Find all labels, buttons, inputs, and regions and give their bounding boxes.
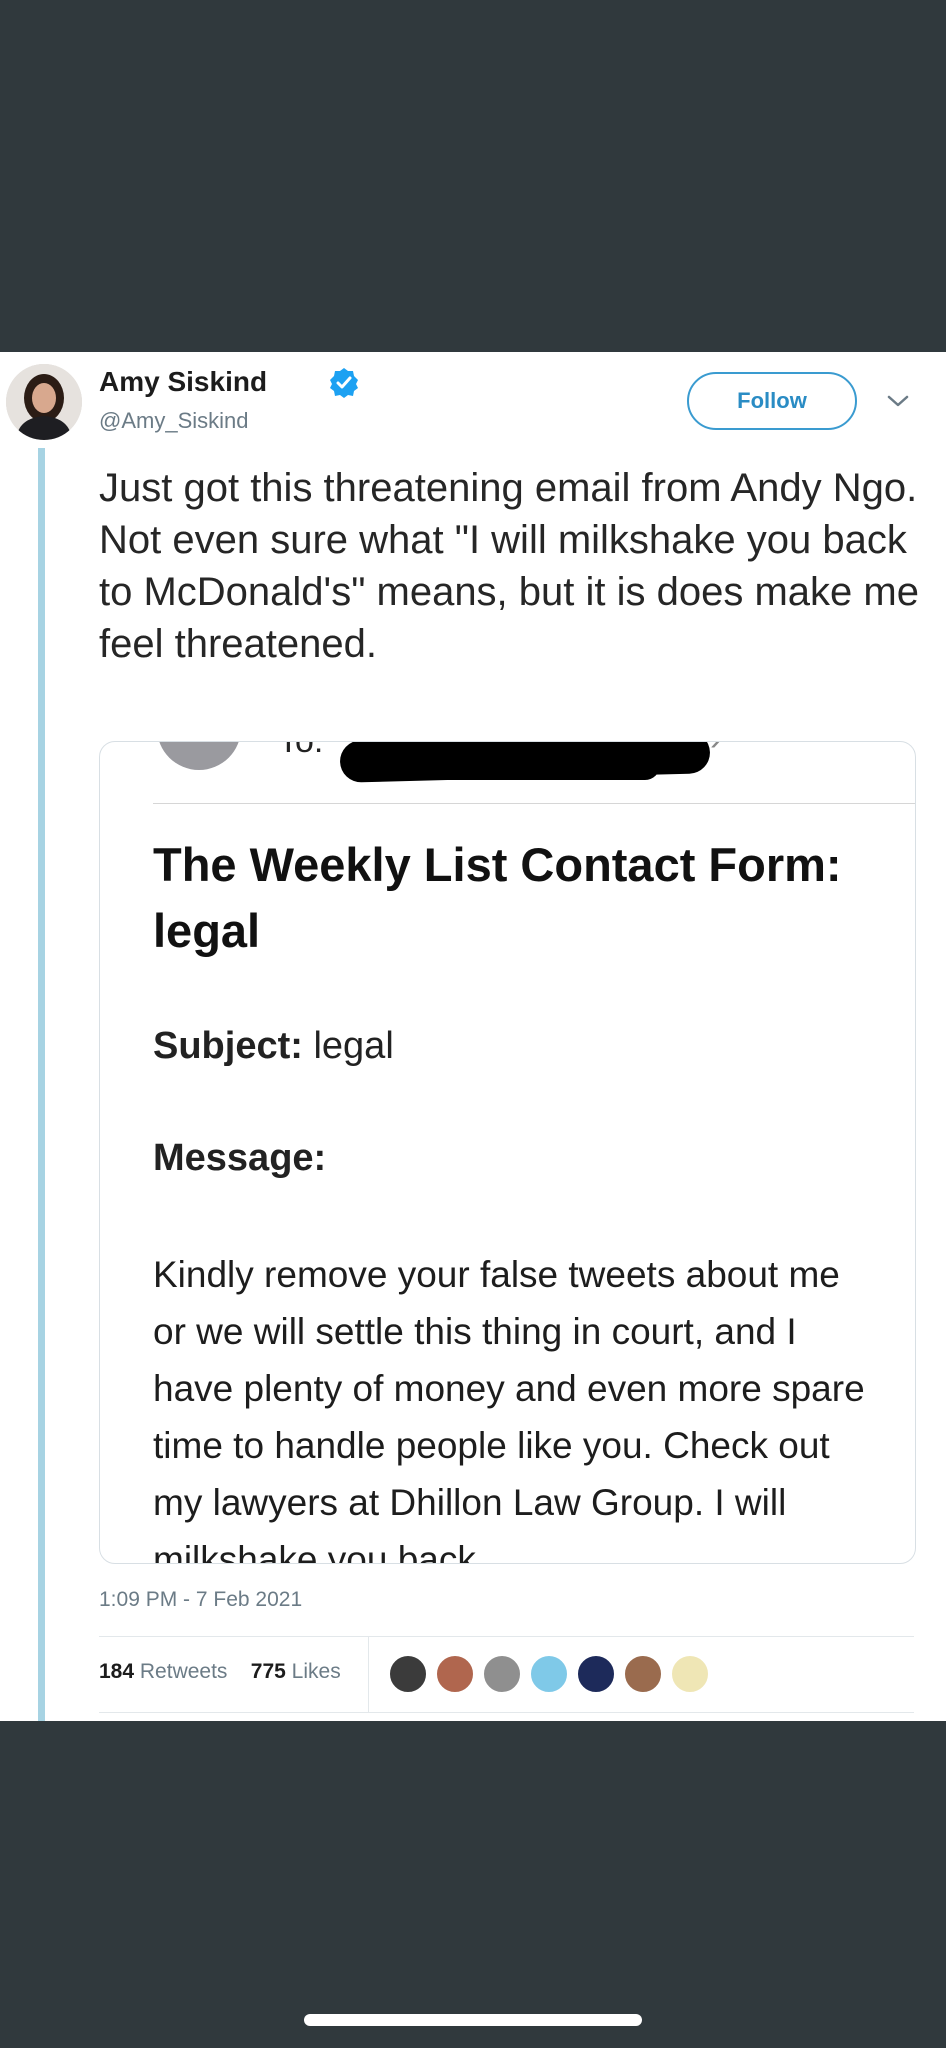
- follow-button[interactable]: Follow: [687, 372, 857, 430]
- liker-avatar[interactable]: [435, 1654, 475, 1694]
- likes-count: 775: [250, 1660, 286, 1683]
- tweet-stats: 184 Retweets 775 Likes: [99, 1660, 341, 1684]
- author-avatar[interactable]: [6, 364, 82, 440]
- retweets-stat[interactable]: 184 Retweets: [99, 1660, 227, 1683]
- tweet-card: Amy Siskind @Amy_Siskind Follow Just got…: [0, 352, 946, 1721]
- thread-line: [38, 448, 45, 1721]
- liker-avatar[interactable]: [670, 1654, 710, 1694]
- email-title: The Weekly List Contact Form: legal: [153, 838, 842, 957]
- divider: [99, 1712, 914, 1713]
- tweet-timestamp[interactable]: 1:09 PM - 7 Feb 2021: [99, 1588, 302, 1612]
- tweet-text: Just got this threatening email from And…: [99, 466, 919, 666]
- verified-badge-icon: [330, 368, 358, 398]
- liker-avatar[interactable]: [482, 1654, 522, 1694]
- email-subject-value: legal: [313, 1025, 394, 1067]
- chevron-down-icon[interactable]: [886, 389, 910, 413]
- author-handle[interactable]: @Amy_Siskind: [99, 408, 249, 434]
- liker-avatars: [388, 1654, 717, 1694]
- email-to-label: To:: [278, 741, 324, 760]
- retweets-count: 184: [99, 1660, 135, 1683]
- email-subject: Subject: legal: [153, 1025, 394, 1068]
- email-subject-label: Subject:: [153, 1025, 303, 1067]
- liker-avatar[interactable]: [529, 1654, 569, 1694]
- home-indicator[interactable]: [304, 2014, 642, 2026]
- retweets-label: Retweets: [139, 1660, 228, 1683]
- attached-image-card[interactable]: To: › The Weekly List Contact Form: lega…: [99, 741, 916, 1564]
- liker-avatar[interactable]: [576, 1654, 616, 1694]
- divider: [99, 1636, 914, 1637]
- email-divider: [153, 803, 915, 804]
- liker-avatar[interactable]: [623, 1654, 663, 1694]
- chevron-right-icon: ›: [710, 742, 721, 759]
- likes-label: Likes: [291, 1660, 341, 1683]
- sender-avatar: [157, 742, 241, 770]
- stats-divider: [368, 1636, 369, 1712]
- author-name[interactable]: Amy Siskind: [99, 366, 267, 398]
- redaction-mark-2: [420, 750, 660, 780]
- liker-avatar[interactable]: [388, 1654, 428, 1694]
- email-body: Kindly remove your false tweets about me…: [153, 1254, 865, 1564]
- likes-stat[interactable]: 775 Likes: [251, 1660, 341, 1683]
- email-message-label: Message:: [153, 1137, 327, 1179]
